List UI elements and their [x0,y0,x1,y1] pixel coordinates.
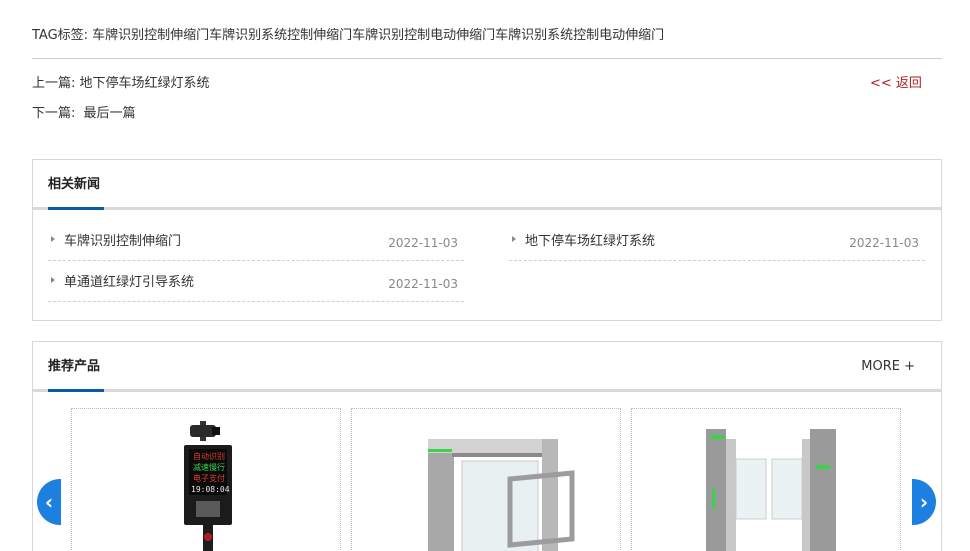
related-news-title: 相关新闻 [48,177,101,192]
title-accent-bar [48,389,104,392]
caret-right-icon [512,236,516,242]
title-accent-bar [48,207,104,210]
display-line-3: 电子支付 [193,473,225,483]
product-card-flap-barrier[interactable] [631,408,901,551]
news-item[interactable]: 车牌识别控制伸缩门 2022-11-03 [48,223,464,261]
flap-barrier-image [706,429,836,551]
prev-article: 上一篇: 地下停车场红绿灯系统 [32,75,210,93]
display-line-1: 自动识别 [193,451,225,461]
caret-right-icon [51,277,55,283]
prev-label: 上一篇: [32,76,76,91]
news-item[interactable]: 单通道红绿灯引导系统 2022-11-03 [48,264,464,302]
news-item-date: 2022-11-03 [849,236,919,250]
products-title: 推荐产品 [48,359,101,374]
plate-recognition-terminal-image: 自动识别 减速慢行 电子支付 19:08:04 [184,421,232,551]
next-label: 下一篇: [32,106,76,121]
product-card-swing-gate[interactable] [351,408,621,551]
more-link[interactable]: MORE + [861,358,915,376]
news-item-date: 2022-11-03 [388,277,458,291]
back-link[interactable]: << 返回 [870,75,922,93]
caret-right-icon [51,236,55,242]
tag-line: TAG标签: 车牌识别控制伸缩门车牌识别系统控制伸缩门车牌识别控制电动伸缩门车牌… [32,28,665,43]
swing-gate-image [428,439,575,551]
news-item-date: 2022-11-03 [388,236,458,250]
news-item-title[interactable]: 单通道红绿灯引导系统 [64,274,194,292]
product-card-plate-recognition[interactable]: 自动识别 减速慢行 电子支付 19:08:04 [71,408,341,551]
display-line-4: 19:08:04 [191,485,230,494]
news-item[interactable]: 地下停车场红绿灯系统 2022-11-03 [509,223,925,261]
display-line-2: 减速慢行 [193,462,225,472]
products-header: 推荐产品 MORE + [33,342,941,392]
next-article: 下一篇: 最后一篇 [32,105,136,123]
prev-article-link[interactable]: 地下停车场红绿灯系统 [80,76,210,91]
recommended-products-panel: 推荐产品 MORE + 自动识别 减速慢行 电子支付 19:08:04 [32,341,942,551]
divider [32,58,942,59]
news-item-title[interactable]: 地下停车场红绿灯系统 [525,233,655,251]
related-news-header: 相关新闻 [33,160,941,210]
next-article-link[interactable]: 最后一篇 [84,106,136,121]
news-item-title[interactable]: 车牌识别控制伸缩门 [64,233,181,251]
related-news-panel: 相关新闻 车牌识别控制伸缩门 2022-11-03 地下停车场红绿灯系统 202… [32,159,942,321]
